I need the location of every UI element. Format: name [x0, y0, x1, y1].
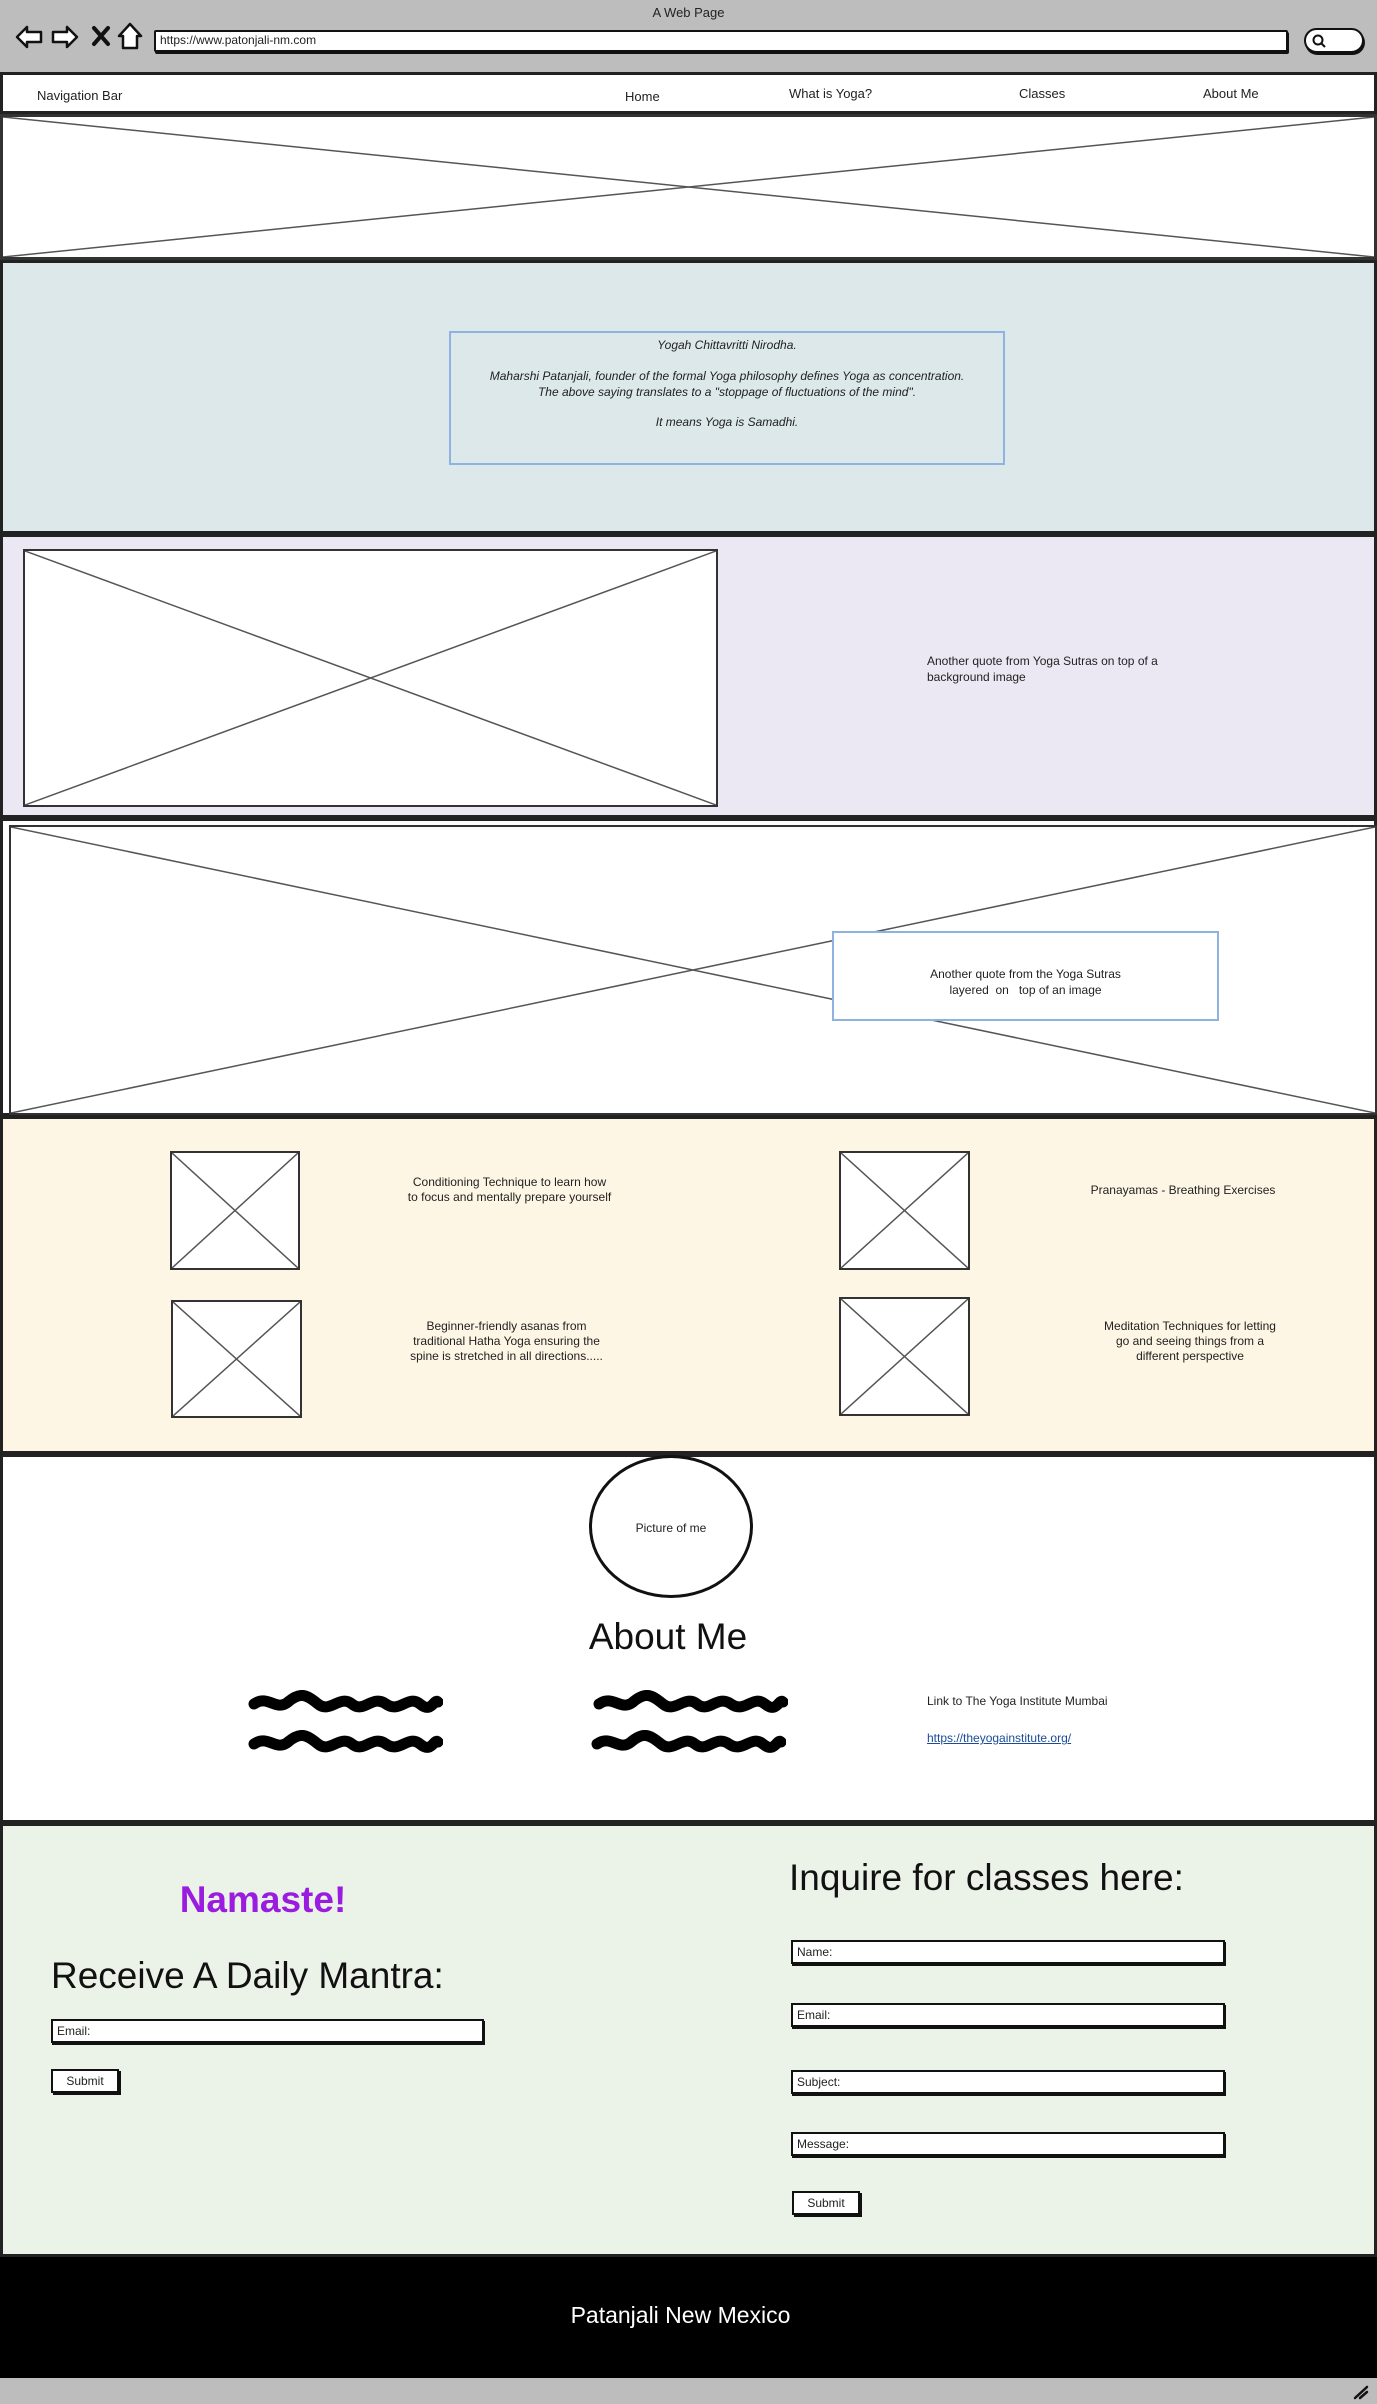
- quote-line-4: It means Yoga is Samadhi.: [655, 415, 799, 429]
- image-placeholder: [23, 549, 718, 807]
- about-heading: About Me: [588, 1616, 748, 1657]
- placeholder-cross: [173, 1302, 300, 1416]
- inquire-name-field[interactable]: Name:: [791, 1940, 1225, 1964]
- namaste-greeting: Namaste!: [179, 1879, 347, 1920]
- class-thumbnail-4: [839, 1297, 970, 1416]
- close-icon[interactable]: [90, 24, 112, 48]
- window-title: A Web Page: [652, 5, 725, 20]
- quote-line-3: The above saying translates to a "stoppa…: [537, 385, 917, 399]
- classes-section: Conditioning Technique to learn how to f…: [0, 1116, 1377, 1454]
- quote-box: Yogah Chittavritti Nirodha. Maharshi Pat…: [449, 331, 1005, 465]
- class-description-asanas: Beginner-friendly asanas from traditiona…: [410, 1319, 603, 1363]
- profile-picture-label: Picture of me: [635, 1521, 707, 1535]
- mantra-email-field[interactable]: Email:: [51, 2019, 484, 2043]
- footer-text: Patanjali New Mexico: [570, 2302, 791, 2328]
- institute-link[interactable]: https://theyogainstitute.org/: [927, 1730, 1071, 1746]
- inquire-submit-button[interactable]: Submit: [792, 2191, 860, 2215]
- layered-quote-box: Another quote from the Yoga Sutras layer…: [832, 931, 1219, 1021]
- quote-line-2: Maharshi Patanjali, founder of the forma…: [489, 369, 965, 383]
- nav-item-what-is-yoga[interactable]: What is Yoga?: [789, 86, 872, 102]
- placeholder-cross: [841, 1153, 968, 1268]
- placeholder-cross: [841, 1299, 968, 1414]
- resize-grip-icon[interactable]: [1352, 2384, 1370, 2400]
- about-section: Picture of me About Me Link to The Yoga …: [0, 1454, 1377, 1823]
- class-thumbnail-2: [839, 1151, 970, 1270]
- class-description-meditation: Meditation Techniques for letting go and…: [1104, 1319, 1276, 1363]
- quote-line-1: Yogah Chittavritti Nirodha.: [657, 338, 797, 352]
- nav-label: Navigation Bar: [37, 88, 123, 103]
- class-description-conditioning: Conditioning Technique to learn how to f…: [407, 1175, 612, 1204]
- inquire-subject-field[interactable]: Subject:: [791, 2070, 1225, 2094]
- placeholder-text-scribble: [248, 1730, 443, 1753]
- home-icon[interactable]: [116, 21, 144, 51]
- search-icon: [1312, 34, 1326, 48]
- nav-item-about-me[interactable]: About Me: [1203, 86, 1259, 102]
- layered-quote-line-2: layered on top of an image: [949, 983, 1102, 997]
- image-quote-text: Another quote from Yoga Sutras on top of…: [927, 654, 1158, 684]
- placeholder-cross: [3, 117, 1374, 257]
- navigation-bar: Navigation Bar Home What is Yoga? Classe…: [0, 72, 1377, 114]
- address-bar[interactable]: https://www.patonjali-nm.com: [154, 30, 1288, 52]
- forward-arrow-icon[interactable]: [50, 22, 80, 52]
- placeholder-cross: [172, 1153, 298, 1268]
- search-box[interactable]: [1304, 28, 1364, 53]
- forms-section: Namaste! Receive A Daily Mantra: Email: …: [0, 1823, 1377, 2257]
- image-quote-section-2: Another quote from the Yoga Sutras layer…: [0, 818, 1377, 1116]
- quote-section: Yogah Chittavritti Nirodha. Maharshi Pat…: [0, 260, 1377, 534]
- inquire-email-field[interactable]: Email:: [791, 2003, 1225, 2027]
- mantra-heading: Receive A Daily Mantra:: [51, 1955, 444, 1996]
- inquire-heading: Inquire for classes here:: [789, 1857, 1184, 1898]
- placeholder-text-scribble: [593, 1690, 788, 1713]
- image-quote-section-1: Another quote from Yoga Sutras on top of…: [0, 534, 1377, 818]
- class-thumbnail-3: [171, 1300, 302, 1418]
- window-status-bar: [0, 2378, 1377, 2404]
- institute-link-label: Link to The Yoga Institute Mumbai: [927, 1694, 1108, 1708]
- mantra-submit-button[interactable]: Submit: [51, 2069, 119, 2093]
- profile-picture-placeholder: Picture of me: [589, 1455, 753, 1598]
- layered-quote-line-1: Another quote from the Yoga Sutras: [930, 967, 1121, 981]
- address-url: https://www.patonjali-nm.com: [160, 33, 317, 47]
- class-description-pranayamas: Pranayamas - Breathing Exercises: [1090, 1183, 1276, 1197]
- browser-chrome: A Web Page https://www.patonjali-nm.com: [0, 0, 1377, 72]
- nav-item-home[interactable]: Home: [625, 89, 660, 105]
- footer: Patanjali New Mexico: [0, 2257, 1377, 2378]
- placeholder-text-scribble: [591, 1730, 786, 1753]
- nav-item-classes[interactable]: Classes: [1019, 86, 1065, 102]
- hero-image-placeholder: [0, 114, 1377, 260]
- placeholder-cross: [25, 551, 716, 805]
- back-arrow-icon[interactable]: [14, 22, 44, 52]
- class-thumbnail-1: [170, 1151, 300, 1270]
- inquire-message-field[interactable]: Message:: [791, 2132, 1225, 2156]
- placeholder-text-scribble: [248, 1690, 443, 1713]
